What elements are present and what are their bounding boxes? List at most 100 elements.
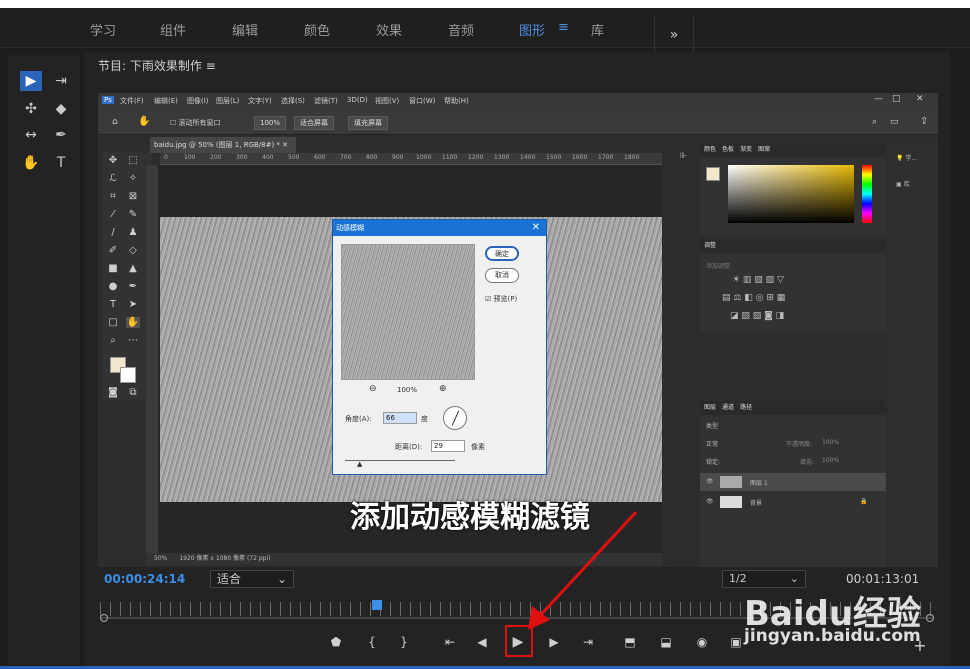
tab-graphics[interactable]: 图形 bbox=[519, 20, 545, 39]
preview-checkbox[interactable]: ☑ 预览(P) bbox=[485, 294, 517, 304]
zoom-tool-icon[interactable]: ⌕ bbox=[106, 335, 120, 346]
ok-button[interactable]: 确定 bbox=[485, 246, 519, 261]
scroll-all-checkbox[interactable]: ☐ 滚动所有窗口 bbox=[170, 118, 221, 128]
distance-slider-thumb[interactable]: ▲ bbox=[357, 460, 362, 468]
rectangle-tool-icon[interactable]: □ bbox=[106, 317, 120, 328]
blur-tool-icon[interactable]: ▲ bbox=[126, 263, 140, 274]
more-workspaces-button[interactable]: » bbox=[654, 16, 694, 56]
extract-icon[interactable]: ⬓ bbox=[656, 632, 676, 652]
maximize-icon[interactable]: □ bbox=[892, 94, 901, 104]
panel-menu-icon[interactable]: ≡ bbox=[206, 59, 216, 73]
hand-tool-icon[interactable]: ✋ bbox=[126, 317, 140, 328]
selection-tool-icon[interactable]: ▶ bbox=[20, 71, 42, 91]
close-icon[interactable]: ✕ bbox=[916, 94, 924, 104]
dialog-close-icon[interactable]: ✕ bbox=[532, 220, 540, 236]
hand-tool-icon[interactable]: ✋ bbox=[138, 116, 150, 127]
angle-dial[interactable] bbox=[443, 406, 467, 430]
properties-icon[interactable]: ⊪ bbox=[680, 151, 687, 160]
ps-menu-filter[interactable]: 滤镜(T) bbox=[314, 96, 338, 106]
visibility-eye-icon[interactable]: 👁 bbox=[706, 498, 714, 505]
mark-in-icon[interactable]: { bbox=[362, 632, 382, 652]
ps-menu-view[interactable]: 视图(V) bbox=[375, 96, 399, 106]
screen-mode-icon[interactable]: ⧉ bbox=[126, 387, 140, 398]
ps-menu-window[interactable]: 窗口(W) bbox=[409, 96, 435, 106]
fit-zoom-select[interactable]: 适合 ⌄ bbox=[210, 570, 294, 588]
fill-value[interactable]: 100% bbox=[822, 457, 839, 464]
workspace-menu-icon[interactable]: ≡ bbox=[558, 20, 569, 35]
compare-icon[interactable]: ▣ bbox=[726, 632, 746, 652]
library-panel-tab[interactable]: ▣ 库 bbox=[896, 179, 910, 188]
cancel-button[interactable]: 取消 bbox=[485, 268, 519, 283]
search-icon[interactable]: ⌕ bbox=[872, 117, 877, 127]
tab-layers[interactable]: 图层 bbox=[704, 404, 716, 411]
go-to-in-icon[interactable]: ⇤ bbox=[440, 632, 460, 652]
ps-menu-type[interactable]: 文字(Y) bbox=[248, 96, 272, 106]
tab-color[interactable]: 颜色 bbox=[304, 20, 330, 39]
share-icon[interactable]: ⇪ bbox=[920, 116, 928, 127]
ps-menu-image[interactable]: 图像(I) bbox=[187, 96, 209, 106]
adjustment-icons-row1[interactable]: ☀ ▥ ▧ ▨ ▽ bbox=[732, 275, 784, 285]
tab-channels[interactable]: 通道 bbox=[722, 404, 734, 411]
hand-tool-icon[interactable]: ✋ bbox=[20, 153, 42, 173]
blur-preview[interactable] bbox=[341, 244, 475, 380]
ps-menu-edit[interactable]: 编辑(E) bbox=[154, 96, 178, 106]
playhead[interactable] bbox=[372, 600, 382, 610]
track-select-icon[interactable]: ⇥ bbox=[50, 71, 72, 91]
tab-gradients[interactable]: 渐变 bbox=[740, 146, 752, 153]
zoom-100-button[interactable]: 100% bbox=[254, 116, 287, 130]
razor-tool-icon[interactable]: ◆ bbox=[50, 99, 72, 119]
more-tools-icon[interactable]: ⋯ bbox=[126, 335, 140, 346]
history-brush-icon[interactable]: ✐ bbox=[106, 245, 120, 256]
layer-row[interactable]: 👁 背景 🔒 bbox=[700, 493, 886, 511]
add-marker-icon[interactable]: ⬟ bbox=[326, 632, 346, 652]
in-point-handle[interactable] bbox=[100, 614, 108, 622]
hue-slider[interactable] bbox=[862, 165, 872, 223]
ps-menu-layer[interactable]: 图层(L) bbox=[216, 96, 239, 106]
workspace-icon[interactable]: ▭ bbox=[890, 117, 899, 127]
fg-color-swatch[interactable] bbox=[706, 167, 720, 181]
pen-tool-icon[interactable]: ✒ bbox=[126, 281, 140, 292]
ps-menu-select[interactable]: 选择(S) bbox=[281, 96, 305, 106]
export-frame-icon[interactable]: ◉ bbox=[692, 632, 712, 652]
ripple-edit-icon[interactable]: ✣ bbox=[20, 99, 42, 119]
ps-menu-help[interactable]: 帮助(H) bbox=[444, 96, 469, 106]
stamp-tool-icon[interactable]: ♟ bbox=[126, 227, 140, 238]
marquee-tool-icon[interactable]: ⬚ bbox=[126, 155, 140, 166]
blend-mode-select[interactable]: 正常 bbox=[706, 439, 718, 448]
tab-patterns[interactable]: 图案 bbox=[758, 146, 770, 153]
path-select-icon[interactable]: ➤ bbox=[126, 299, 140, 310]
mark-out-icon[interactable]: } bbox=[394, 632, 414, 652]
visibility-eye-icon[interactable]: 👁 bbox=[706, 478, 714, 485]
canvas-scrollbar[interactable] bbox=[662, 153, 672, 553]
eyedropper-icon[interactable]: ⁄ bbox=[106, 209, 120, 220]
magic-wand-icon[interactable]: ✧ bbox=[126, 173, 140, 184]
home-icon[interactable]: ⌂ bbox=[112, 117, 118, 127]
ps-menu-file[interactable]: 文件(F) bbox=[120, 96, 144, 106]
document-tab[interactable]: baidu.jpg @ 50% (图层 1, RGB/8#) * ✕ bbox=[150, 137, 296, 153]
healing-brush-icon[interactable]: ✎ bbox=[126, 209, 140, 220]
ps-menu-3d[interactable]: 3D(D) bbox=[347, 96, 368, 104]
tab-libraries[interactable]: 库 bbox=[591, 20, 604, 39]
minimize-icon[interactable]: — bbox=[874, 94, 883, 104]
adjustment-icons-row3[interactable]: ◪ ▨ ▧ ◙ ◨ bbox=[730, 311, 784, 321]
tab-swatches[interactable]: 色板 bbox=[722, 146, 734, 153]
fill-screen-button[interactable]: 填充屏幕 bbox=[348, 116, 388, 130]
tab-paths[interactable]: 路径 bbox=[740, 404, 752, 411]
tab-assembly[interactable]: 组件 bbox=[160, 20, 186, 39]
type-tool-icon[interactable]: T bbox=[106, 299, 120, 310]
tab-audio[interactable]: 音频 bbox=[448, 20, 474, 39]
learn-panel-tab[interactable]: 💡 学... bbox=[896, 153, 917, 162]
doc-close-icon[interactable]: ✕ bbox=[282, 141, 288, 149]
color-picker-field[interactable] bbox=[728, 165, 854, 223]
distance-input[interactable]: 29 bbox=[431, 440, 465, 452]
adjustment-icons-row2[interactable]: ▤ ⚖ ◧ ◎ ⊞ ▦ bbox=[722, 293, 785, 303]
fit-screen-button[interactable]: 适合屏幕 bbox=[294, 116, 334, 130]
background-color-swatch[interactable] bbox=[120, 367, 136, 383]
gradient-tool-icon[interactable]: ■ bbox=[106, 263, 120, 274]
tab-color[interactable]: 颜色 bbox=[704, 146, 716, 153]
program-monitor-title[interactable]: 节目: 下雨效果制作 ≡ bbox=[98, 57, 216, 74]
tab-editing[interactable]: 编辑 bbox=[232, 20, 258, 39]
zoom-out-icon[interactable]: ⊖ bbox=[369, 384, 377, 394]
slip-tool-icon[interactable]: ↔ bbox=[20, 125, 42, 145]
pen-tool-icon[interactable]: ✒ bbox=[50, 125, 72, 145]
